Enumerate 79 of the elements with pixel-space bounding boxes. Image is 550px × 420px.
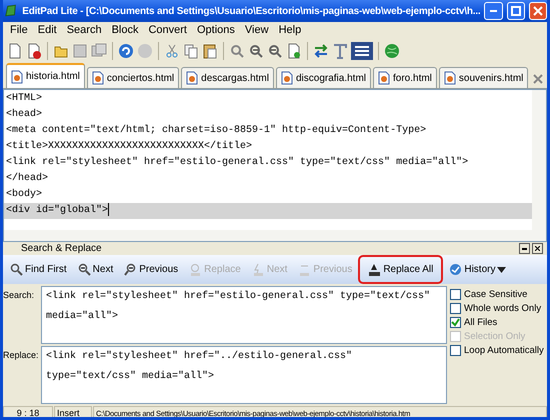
document-icon bbox=[92, 71, 104, 85]
menu-item[interactable]: Options bbox=[192, 24, 240, 36]
word-wrap-icon[interactable] bbox=[351, 42, 373, 60]
close-icon[interactable] bbox=[533, 74, 543, 84]
file-tab[interactable]: conciertos.html bbox=[86, 67, 180, 88]
file-tab[interactable]: descargas.html bbox=[181, 67, 274, 88]
app-icon bbox=[3, 3, 18, 19]
menu-item[interactable]: Help bbox=[274, 24, 306, 36]
vertical-scrollbar[interactable] bbox=[532, 90, 546, 230]
replace-all-icon bbox=[368, 263, 382, 276]
document-icon bbox=[444, 71, 456, 85]
field-label: Search: bbox=[3, 289, 36, 302]
scissors-icon[interactable] bbox=[164, 43, 180, 59]
close-icon bbox=[535, 246, 540, 251]
menu-item[interactable]: Search bbox=[62, 24, 107, 36]
checkbox[interactable] bbox=[450, 289, 461, 300]
new-file-icon[interactable] bbox=[7, 43, 23, 59]
check-icon bbox=[451, 318, 460, 327]
edit-mode: Insert bbox=[54, 406, 92, 417]
menu-item[interactable]: Edit bbox=[32, 24, 62, 36]
maximize-button[interactable] bbox=[506, 2, 525, 20]
cursor-position: 9 : 18 bbox=[3, 406, 53, 417]
code-line: </head> bbox=[5, 172, 50, 186]
minimize-icon bbox=[522, 248, 527, 250]
text-cursor bbox=[108, 203, 110, 216]
magnifier-icon bbox=[10, 263, 23, 276]
minimize-icon bbox=[490, 10, 498, 12]
toolbar-button[interactable]: History bbox=[444, 256, 512, 282]
file-tab[interactable]: souvenirs.html bbox=[438, 67, 528, 88]
checkbox-label: Selection Only bbox=[464, 331, 526, 342]
checkbox[interactable] bbox=[450, 317, 461, 328]
search-field[interactable]: <link rel="stylesheet" href="estilo-general.css" type="text/css" media="all"> bbox=[41, 286, 447, 344]
code-line: <head> bbox=[5, 108, 44, 122]
copy-icon[interactable] bbox=[183, 43, 199, 59]
checkbox-label: Loop Automatically bbox=[464, 345, 544, 356]
maximize-icon bbox=[510, 6, 521, 16]
toolbar-button[interactable]: Replace All bbox=[358, 255, 444, 284]
checkbox-label: All Files bbox=[464, 317, 498, 328]
file-tab[interactable]: foro.html bbox=[373, 67, 437, 88]
document-icon bbox=[280, 71, 293, 85]
minimize-button[interactable] bbox=[519, 243, 530, 254]
document-icon bbox=[378, 71, 390, 85]
toolbar-button[interactable]: Previous bbox=[119, 256, 184, 282]
menu-item[interactable]: View bbox=[240, 24, 274, 36]
field-label: Replace: bbox=[3, 349, 40, 362]
globe-icon[interactable] bbox=[384, 43, 400, 59]
code-line: <body> bbox=[5, 188, 44, 202]
file-tab[interactable]: historia.html bbox=[6, 63, 85, 88]
code-line: <title>XXXXXXXXXXXXXXXXXXXXXXXXXX</title> bbox=[5, 140, 254, 154]
search-icon[interactable] bbox=[229, 43, 245, 59]
code-line: <meta content="text/html; charset=iso-8859-1" http-equiv=Content-Type> bbox=[5, 124, 428, 138]
document-icon bbox=[11, 70, 23, 84]
code-line: <HTML> bbox=[5, 92, 44, 106]
close-file-icon[interactable] bbox=[26, 43, 42, 59]
checkbox-label: Case Sensitive bbox=[464, 289, 528, 300]
checkbox[interactable] bbox=[450, 345, 461, 356]
paste-icon[interactable] bbox=[202, 43, 218, 59]
checkbox-label: Whole words Only bbox=[464, 303, 542, 314]
close-button[interactable] bbox=[532, 243, 543, 254]
replace-icon bbox=[189, 263, 202, 276]
checkbox[interactable] bbox=[450, 303, 461, 314]
document-icon bbox=[186, 71, 198, 85]
undo-icon[interactable] bbox=[118, 43, 134, 59]
replace-field[interactable]: <link rel="stylesheet" href="../estilo-general.css" type="text/css" media="all"> bbox=[41, 346, 447, 404]
menu-item[interactable]: Block bbox=[106, 24, 144, 36]
horizontal-scrollbar[interactable] bbox=[4, 230, 546, 241]
file-tab[interactable]: discografia.html bbox=[276, 67, 371, 88]
menu-item[interactable]: Convert bbox=[143, 24, 192, 36]
close-icon bbox=[532, 6, 543, 16]
code-line: <link rel="stylesheet" href="estilo-general.css" type="text/css" media="all"> bbox=[5, 156, 470, 170]
swap-arrows-icon[interactable] bbox=[313, 43, 329, 59]
window-title: EditPad Lite - [C:\Documents and Settings\Usuario\Escritorio\mis-paginas-web\web-ejemplo-cctv\h... bbox=[22, 6, 480, 16]
font-icon[interactable] bbox=[332, 43, 348, 59]
toolbar-button[interactable]: Find First bbox=[5, 256, 72, 282]
toolbar-button[interactable]: Next bbox=[72, 256, 118, 282]
menu-item[interactable]: File bbox=[5, 24, 33, 36]
history-icon bbox=[449, 263, 462, 276]
panel-title: Search & Replace bbox=[21, 243, 103, 254]
dropdown-arrow-icon bbox=[497, 266, 506, 272]
